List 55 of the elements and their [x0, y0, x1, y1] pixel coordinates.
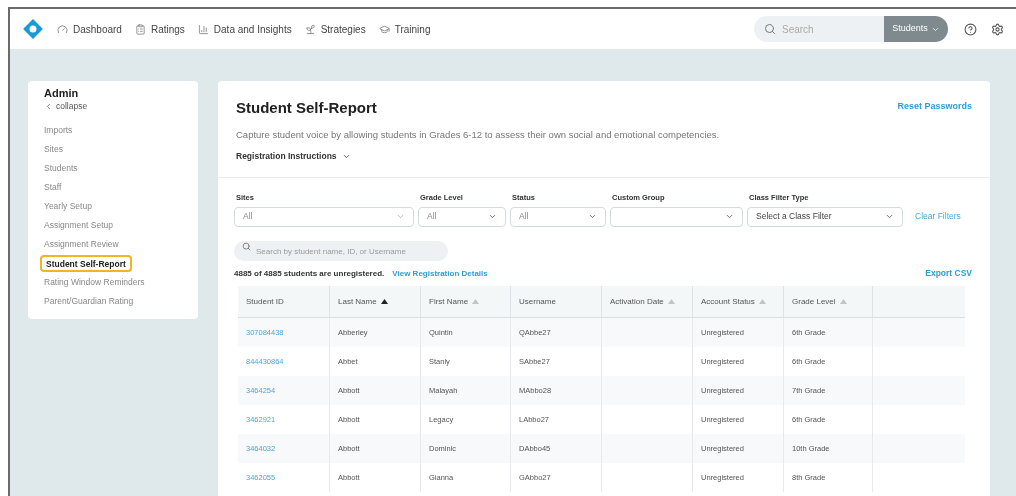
page-description: Capture student voice by allowing students in Grades 6-12 to assess their own social and emotional competencies.: [236, 127, 721, 142]
sidebar-item[interactable]: Assignment Setup: [44, 215, 198, 235]
nav-link[interactable]: Ratings: [134, 21, 185, 37]
sidebar-item[interactable]: Assignment Review: [44, 234, 198, 254]
sidebar-title: Admin: [44, 87, 80, 100]
sidebar-item[interactable]: Students: [44, 158, 198, 178]
nav-link[interactable]: Data and Insights: [197, 21, 292, 37]
search-field[interactable]: Search: [754, 16, 884, 43]
nav-link[interactable]: Strategies: [304, 21, 366, 37]
column-header: Username: [519, 295, 556, 308]
sprout-icon: [304, 23, 316, 35]
reset-passwords-link[interactable]: Reset Passwords: [897, 100, 972, 114]
collapse-link[interactable]: collapse: [44, 100, 198, 113]
instructions-toggle[interactable]: Registration Instructions: [236, 149, 351, 163]
export-csv-link[interactable]: Export CSV: [925, 267, 972, 280]
filter-dropdown[interactable]: Select a Class Filter: [747, 206, 903, 227]
filter-dropdown[interactable]: All: [418, 206, 506, 227]
column-header[interactable]: Account Status: [701, 295, 755, 308]
registration-details-link[interactable]: View Registration Details: [392, 267, 488, 280]
filter-dropdown[interactable]: All: [234, 206, 414, 227]
nav-link[interactable]: Training: [378, 21, 431, 37]
chart-icon: [197, 23, 209, 35]
column-header[interactable]: Last Name: [338, 295, 377, 308]
sidebar-item[interactable]: Staff: [44, 177, 198, 197]
gauge-icon: [57, 23, 68, 35]
nav-link[interactable]: Dashboard: [57, 21, 122, 37]
filter-value: All: [243, 210, 253, 224]
sidebar-item[interactable]: Imports: [44, 120, 198, 140]
sidebar-item[interactable]: Yearly Setup: [44, 196, 198, 216]
column-header[interactable]: First Name: [429, 295, 469, 308]
filter-dropdown[interactable]: All: [510, 206, 606, 227]
sidebar-item[interactable]: Rating Window Reminders: [44, 272, 198, 292]
page-title: Student Self-Report: [236, 98, 377, 118]
filter-value: All: [427, 210, 437, 224]
filter-dropdown[interactable]: [610, 206, 743, 227]
help-icon[interactable]: [964, 22, 977, 36]
graduation-cap-icon: [378, 23, 390, 35]
sidebar-item[interactable]: Parent/Guardian Rating: [44, 291, 198, 311]
search-icon: [242, 242, 251, 252]
student-search-field[interactable]: Search by student name, ID, or Username: [234, 241, 448, 262]
filter-value: All: [519, 210, 529, 224]
chevron-left-icon: [44, 101, 53, 111]
sidebar-item[interactable]: Sites: [44, 139, 198, 159]
column-header: Student ID: [246, 295, 284, 308]
sidebar-item[interactable]: Student Self-Report: [40, 254, 132, 272]
scope-dropdown[interactable]: Students: [884, 16, 948, 42]
filter-value: Select a Class Filter: [756, 210, 832, 224]
clipboard-icon: [134, 23, 146, 35]
settings-icon[interactable]: [991, 22, 1004, 36]
column-header[interactable]: Grade Level: [792, 295, 836, 308]
search-icon: [764, 22, 776, 35]
column-header[interactable]: Activation Date: [610, 295, 664, 308]
sort-arrow-icon[interactable]: [380, 299, 388, 304]
registration-summary: 4885 of 4885 students are unregistered.: [234, 267, 385, 280]
clear-filters-link[interactable]: Clear Filters: [915, 210, 961, 223]
